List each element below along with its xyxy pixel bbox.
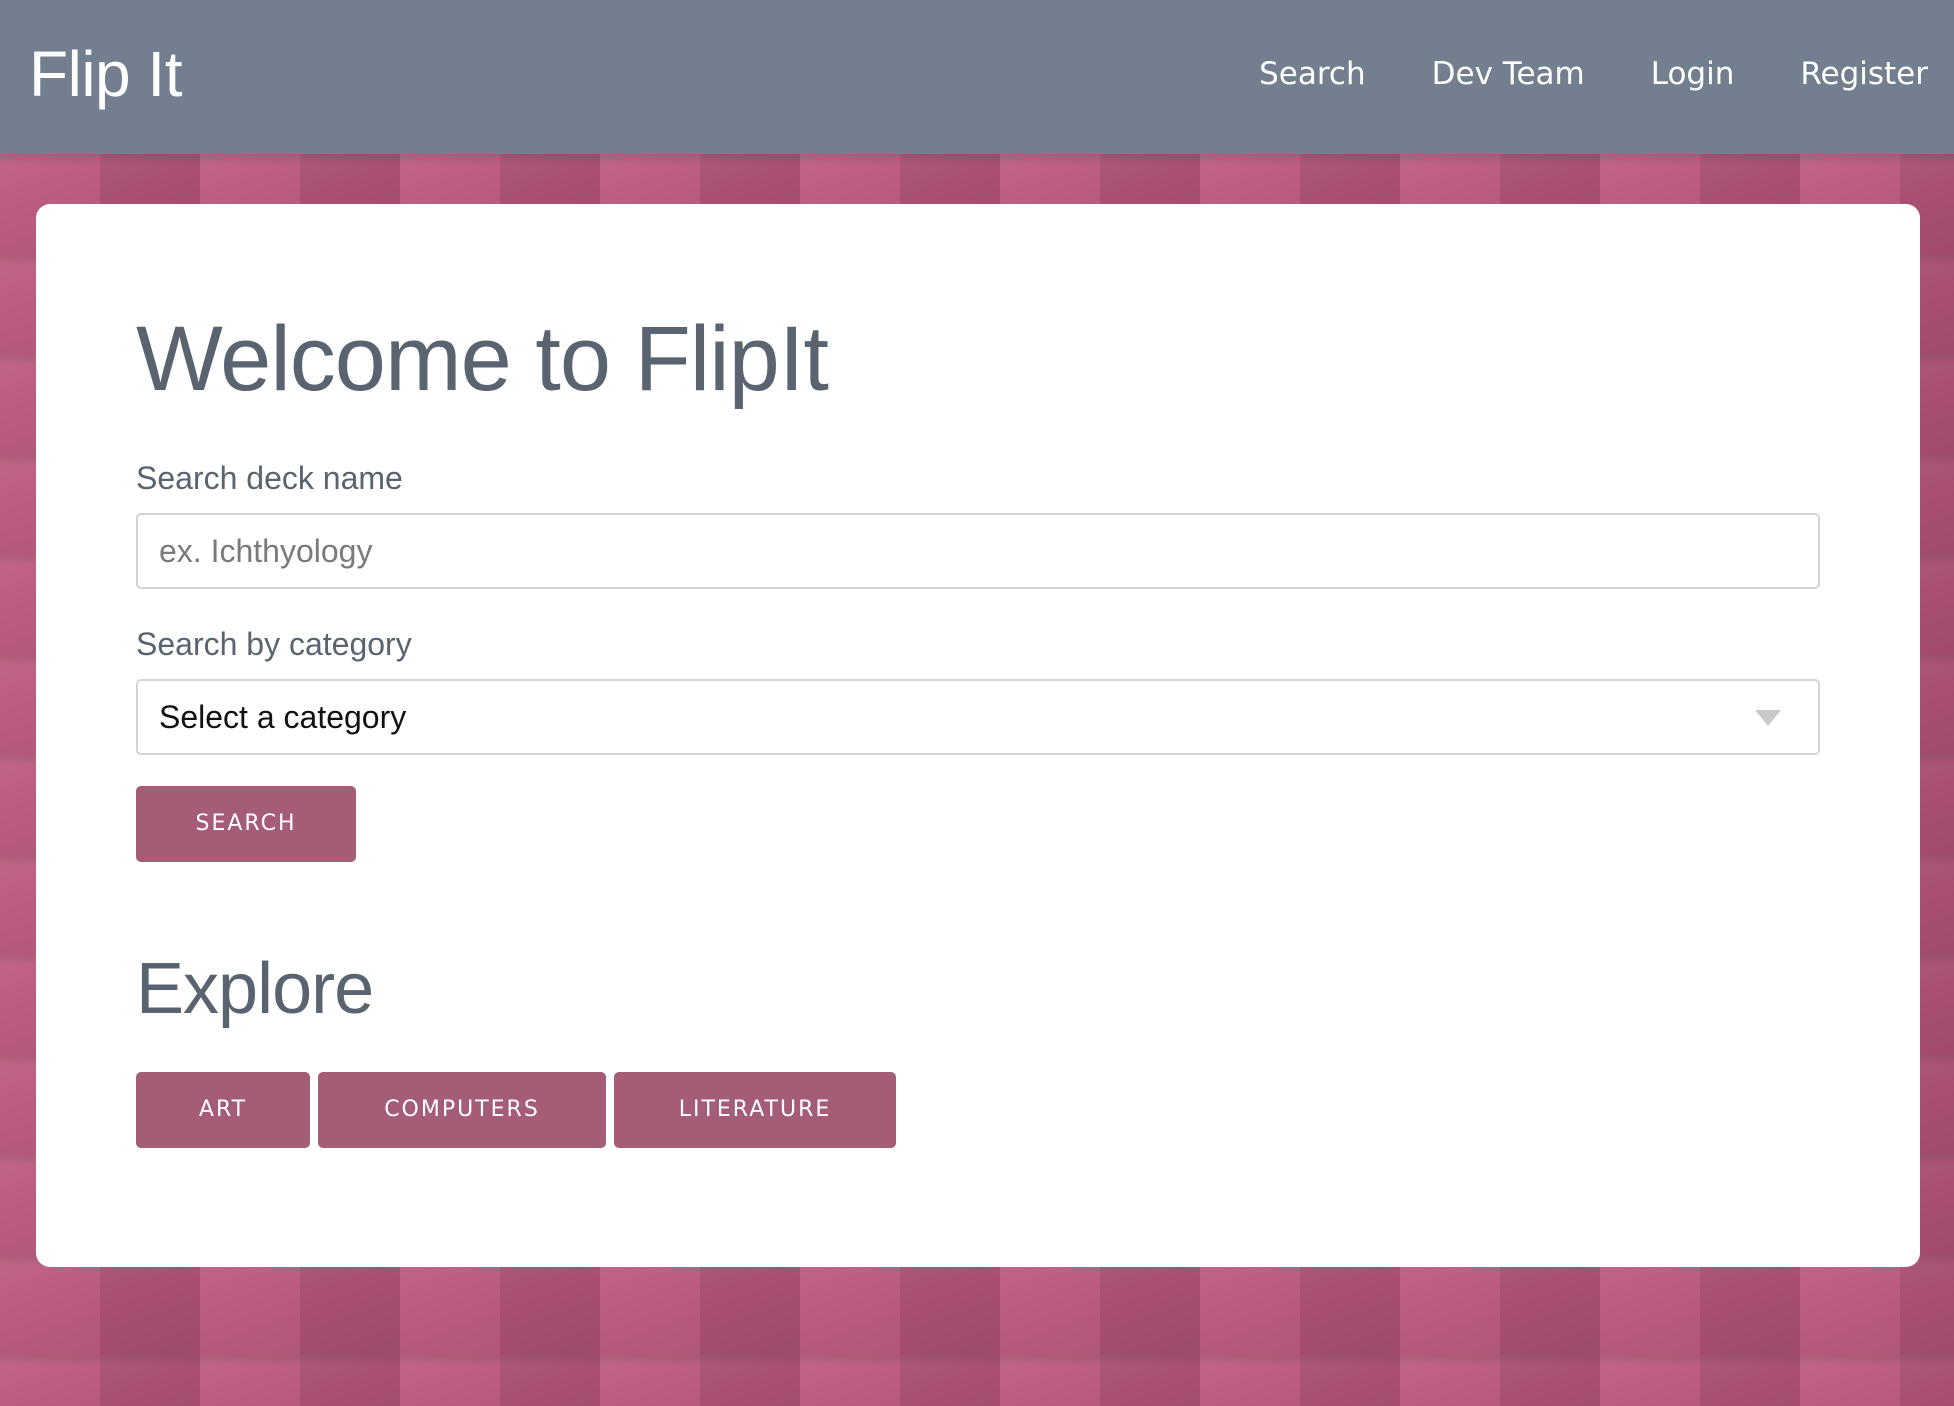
explore-art-button[interactable]: ART — [136, 1072, 310, 1148]
search-button[interactable]: SEARCH — [136, 786, 356, 862]
explore-heading: Explore — [136, 949, 374, 1029]
explore-literature-button[interactable]: LITERATURE — [614, 1072, 896, 1148]
page-title: Welcome to FlipIt — [136, 308, 829, 410]
nav-links: Search Dev Team Login Register — [1259, 52, 1928, 96]
nav-link-login[interactable]: Login — [1651, 52, 1735, 96]
deck-search-label: Search deck name — [136, 460, 403, 496]
chevron-down-icon — [1755, 710, 1781, 726]
nav-link-search[interactable]: Search — [1259, 52, 1366, 96]
nav-link-register[interactable]: Register — [1800, 52, 1928, 96]
main-card: Welcome to FlipIt Search deck name ex. I… — [36, 204, 1920, 1267]
nav-link-dev-team[interactable]: Dev Team — [1432, 52, 1585, 96]
top-navbar: Flip It Search Dev Team Login Register — [0, 0, 1954, 154]
category-select-value: Select a category — [159, 699, 407, 735]
category-search-label: Search by category — [136, 626, 412, 662]
deck-search-input[interactable]: ex. Ichthyology — [136, 513, 1820, 589]
brand-logo[interactable]: Flip It — [29, 36, 182, 112]
explore-computers-button[interactable]: COMPUTERS — [318, 1072, 606, 1148]
category-select[interactable]: Select a category — [136, 679, 1820, 755]
deck-search-placeholder: ex. Ichthyology — [159, 533, 373, 569]
